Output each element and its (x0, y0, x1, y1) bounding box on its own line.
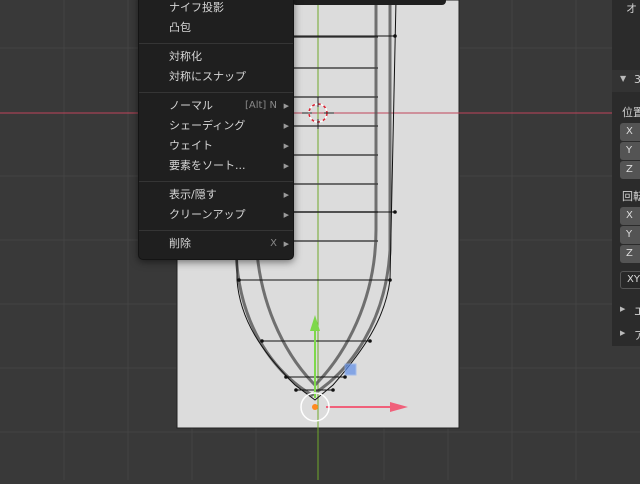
collapsed-arrow-icon: ▶ (620, 329, 626, 337)
menu-item-convex-hull[interactable]: 凸包 (139, 18, 293, 38)
expand-icon: ▼ (620, 74, 627, 83)
submenu-arrow-icon: ▶ (283, 122, 289, 130)
menu-separator (139, 181, 293, 182)
rotation-mode-select[interactable]: XY (620, 271, 640, 289)
location-label: 位置 (622, 106, 640, 119)
collapsed-arrow-icon: ▶ (620, 305, 626, 313)
menu-separator (139, 43, 293, 44)
submenu-arrow-icon: ▶ (283, 102, 289, 110)
menu-separator (139, 230, 293, 231)
submenu-arrow-icon: ▶ (283, 211, 289, 219)
menu-item-sort-elements[interactable]: 要素をソート... ▶ (139, 156, 293, 176)
menu-separator (139, 92, 293, 93)
menu-item-weights[interactable]: ウェイト ▶ (139, 136, 293, 156)
menu-item-clean-up[interactable]: クリーンアップ ▶ (139, 205, 293, 225)
submenu-arrow-icon: ▶ (283, 162, 289, 170)
rotation-y-field[interactable]: Y (620, 226, 640, 244)
gizmo-xy-plane-handle (344, 363, 357, 376)
submenu-arrow-icon: ▶ (283, 142, 289, 150)
rotation-z-field[interactable]: Z (620, 245, 640, 263)
menu-item-show-hide[interactable]: 表示/隠す ▶ (139, 185, 293, 205)
edit-mesh-context-menu: ナイフ投影 凸包 対称化 対称にスナップ ノーマル [Alt] N ▶ シェーデ… (138, 0, 294, 260)
collapsed-section-2[interactable]: ▶ ア (612, 324, 640, 346)
menu-item-normals[interactable]: ノーマル [Alt] N ▶ (139, 96, 293, 116)
transform-section-header[interactable]: ▼ 3 (612, 70, 640, 92)
rotation-label: 回転 (622, 190, 640, 203)
location-z-field[interactable]: Z (620, 161, 640, 179)
sidebar-top-label: オ (626, 2, 637, 15)
collapsed-section-1[interactable]: ▶ エ (612, 300, 640, 322)
submenu-arrow-icon: ▶ (283, 191, 289, 199)
location-x-field[interactable]: X (620, 123, 640, 141)
menu-item-snap-to-symmetry[interactable]: 対称にスナップ (139, 67, 293, 87)
gizmo-origin (312, 404, 318, 410)
location-y-field[interactable]: Y (620, 142, 640, 160)
rotation-x-field[interactable]: X (620, 207, 640, 225)
menu-item-shading[interactable]: シェーディング ▶ (139, 116, 293, 136)
menu-item-knife-project[interactable]: ナイフ投影 (139, 0, 293, 18)
adjacent-menu-edge (292, 0, 446, 5)
submenu-arrow-icon: ▶ (283, 240, 289, 248)
3d-viewport[interactable] (0, 0, 640, 480)
viewport-canvas[interactable] (0, 0, 640, 480)
menu-item-delete[interactable]: 削除 X ▶ (139, 234, 293, 254)
menu-item-symmetrize[interactable]: 対称化 (139, 47, 293, 67)
